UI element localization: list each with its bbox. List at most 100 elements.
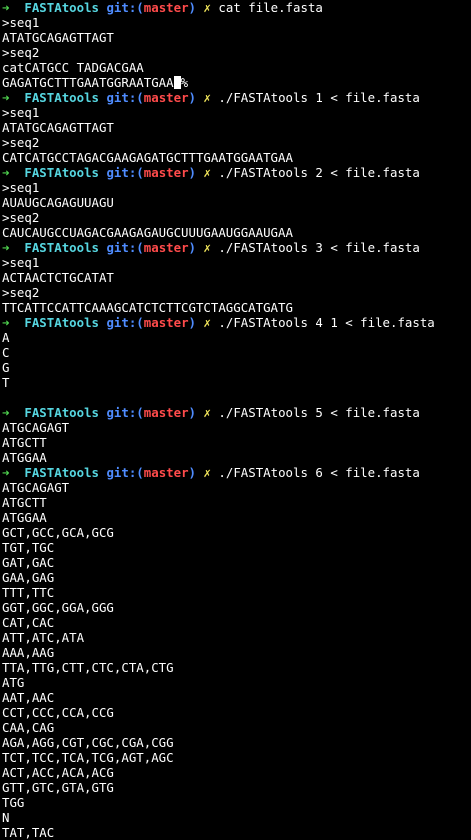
output-text: ATT,ATC,ATA (2, 630, 85, 645)
output-text: ATG (2, 675, 25, 690)
git-suffix: ) (188, 165, 197, 180)
output-text: >seq1 (2, 255, 40, 270)
output-text: GAT,GAC (2, 555, 55, 570)
output-line: TTA,TTG,CTT,CTC,CTA,CTG (2, 660, 471, 675)
output-text: AAA,AAG (2, 645, 55, 660)
output-text: TTCATTCCATTCAAAGCATCTCTTCGTCTAGGCATGATG (2, 300, 293, 315)
output-text: GCT,GCC,GCA,GCG (2, 525, 114, 540)
output-line: GTT,GTC,GTA,GTG (2, 780, 471, 795)
prompt-line: ➜ FASTAtools git:(master) ✗ ./FASTAtools… (2, 405, 471, 420)
output-line: >seq2 (2, 285, 471, 300)
output-text: AUAUGCAGAGUUAGU (2, 195, 114, 210)
output-line: GAT,GAC (2, 555, 471, 570)
command-text: ./FASTAtools 1 < file.fasta (218, 90, 420, 105)
git-prefix: git:( (106, 315, 144, 330)
dirty-mark-icon: ✗ (203, 315, 211, 330)
output-text: T (2, 375, 10, 390)
output-text: >seq2 (2, 285, 40, 300)
output-line: TTT,TTC (2, 585, 471, 600)
dirty-mark-icon: ✗ (203, 240, 211, 255)
output-text: ATGCAGAGT (2, 480, 70, 495)
output-text: TCT,TCC,TCA,TCG,AGT,AGC (2, 750, 174, 765)
git-suffix: ) (188, 315, 197, 330)
output-text: CAUCAUGCCUAGACGAAGAGAUGCUUUGAAUGGAAUGAA (2, 225, 293, 240)
output-line: T (2, 375, 471, 390)
git-branch: master (143, 0, 189, 15)
prompt-arrow-icon: ➜ (2, 405, 10, 420)
dirty-mark-icon: ✗ (203, 165, 211, 180)
output-text: TAT,TAC (2, 825, 55, 840)
output-line: GGT,GGC,GGA,GGG (2, 600, 471, 615)
output-line: catCATGCC TADGACGAA (2, 60, 471, 75)
git-branch: master (143, 315, 189, 330)
prompt-directory: FASTAtools (24, 240, 99, 255)
dirty-mark-icon: ✗ (203, 465, 211, 480)
output-text: CAA,CAG (2, 720, 55, 735)
output-line: ATGCTT (2, 435, 471, 450)
prompt-arrow-icon: ➜ (2, 165, 10, 180)
output-line: ATATGCAGAGTTAGT (2, 30, 471, 45)
prompt-directory: FASTAtools (24, 405, 99, 420)
git-prefix: git:( (106, 90, 144, 105)
output-line: TTCATTCCATTCAAAGCATCTCTTCGTCTAGGCATGATG (2, 300, 471, 315)
output-line: CAT,CAC (2, 615, 471, 630)
terminal-window[interactable]: ➜ FASTAtools git:(master) ✗ cat file.fas… (0, 0, 471, 840)
output-line: GAA,GAG (2, 570, 471, 585)
git-prefix: git:( (106, 165, 144, 180)
git-suffix: ) (188, 0, 197, 15)
output-line: >seq2 (2, 210, 471, 225)
output-text: GGT,GGC,GGA,GGG (2, 600, 114, 615)
prompt-line: ➜ FASTAtools git:(master) ✗ ./FASTAtools… (2, 90, 471, 105)
output-line: CAA,CAG (2, 720, 471, 735)
output-line: AAT,AAC (2, 690, 471, 705)
output-text: ACT,ACC,ACA,ACG (2, 765, 114, 780)
git-suffix: ) (188, 90, 197, 105)
git-suffix: ) (188, 465, 197, 480)
output-text: ATGCTT (2, 495, 47, 510)
prompt-line: ➜ FASTAtools git:(master) ✗ ./FASTAtools… (2, 315, 471, 330)
output-line: ATGCAGAGT (2, 480, 471, 495)
output-line: A (2, 330, 471, 345)
output-text: CATCATGCCTAGACGAAGAGATGCTTTGAATGGAATGAA (2, 150, 293, 165)
output-text: TGT,TGC (2, 540, 55, 555)
output-text: TGG (2, 795, 25, 810)
command-text: ./FASTAtools 5 < file.fasta (218, 405, 420, 420)
output-line: ATGCAGAGT (2, 420, 471, 435)
output-text: AGA,AGG,CGT,CGC,CGA,CGG (2, 735, 174, 750)
output-line: ATG (2, 675, 471, 690)
output-line: ATGCTT (2, 495, 471, 510)
output-line: >seq1 (2, 15, 471, 30)
output-line: AAA,AAG (2, 645, 471, 660)
prompt-directory: FASTAtools (24, 0, 99, 15)
output-text: ATGCTT (2, 435, 47, 450)
output-line: AGA,AGG,CGT,CGC,CGA,CGG (2, 735, 471, 750)
output-text: >seq1 (2, 105, 40, 120)
output-text: >seq2 (2, 135, 40, 150)
output-text: ATGGAA (2, 450, 47, 465)
output-line: CAUCAUGCCUAGACGAAGAGAUGCUUUGAAUGGAAUGAA (2, 225, 471, 240)
prompt-directory: FASTAtools (24, 165, 99, 180)
output-line: CATCATGCCTAGACGAAGAGATGCTTTGAATGGAATGAA (2, 150, 471, 165)
output-text: >seq2 (2, 210, 40, 225)
dirty-mark-icon: ✗ (203, 90, 211, 105)
output-text: G (2, 360, 10, 375)
output-text: ATGCAGAGT (2, 420, 70, 435)
output-line: >seq2 (2, 135, 471, 150)
git-branch: master (143, 465, 189, 480)
output-text: A (2, 330, 10, 345)
prompt-arrow-icon: ➜ (2, 90, 10, 105)
output-line: ATT,ATC,ATA (2, 630, 471, 645)
prompt-arrow-icon: ➜ (2, 0, 10, 15)
output-text: ATATGCAGAGTTAGT (2, 120, 114, 135)
output-text: ATGGAA (2, 510, 47, 525)
output-line: GAGATGCTTTGAATGGRAATGAA% (2, 75, 471, 90)
output-line: TGT,TGC (2, 540, 471, 555)
command-text: ./FASTAtools 6 < file.fasta (218, 465, 420, 480)
output-text: TTT,TTC (2, 585, 55, 600)
output-line: >seq1 (2, 105, 471, 120)
output-text: catCATGCC TADGACGAA (2, 60, 144, 75)
dirty-mark-icon: ✗ (203, 0, 211, 15)
output-text: AAT,AAC (2, 690, 55, 705)
git-branch: master (143, 405, 189, 420)
